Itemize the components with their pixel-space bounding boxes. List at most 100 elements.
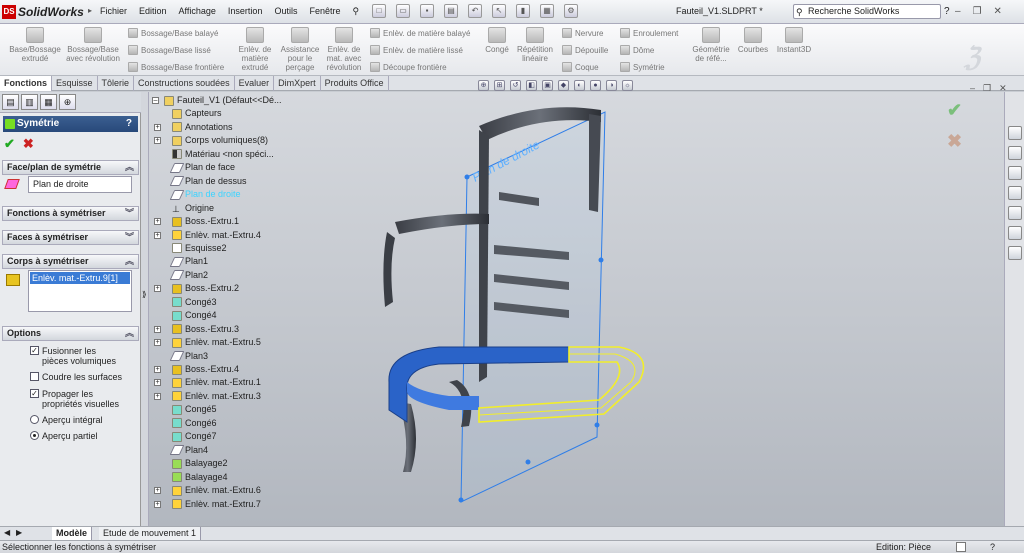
dimxpert-manager-tab-icon[interactable]: ⊕ [59, 94, 76, 110]
expand-icon[interactable]: + [154, 366, 161, 373]
rib-button[interactable]: Nervure [562, 28, 603, 38]
file-properties-icon[interactable]: ▦ [540, 4, 554, 18]
group-bodies-to-mirror[interactable]: Corps à symétriser ︽ [2, 254, 139, 269]
partial-preview-option[interactable]: Aperçu partiel [30, 431, 98, 441]
property-manager-tab-icon[interactable]: ▥ [21, 94, 38, 110]
help-status-icon[interactable]: ? [990, 541, 995, 553]
select-icon[interactable]: ↖ [492, 4, 506, 18]
tab-scroll-right-icon[interactable]: ▶ [16, 528, 22, 537]
hole-wizard-button[interactable]: Assistance pour le perçage [278, 27, 322, 72]
expand-icon[interactable]: + [154, 339, 161, 347]
tree-item[interactable]: Congé6 [172, 417, 217, 430]
arm-front[interactable] [383, 232, 395, 307]
full-preview-option[interactable]: Aperçu intégral [30, 415, 103, 425]
boundary-cut-button[interactable]: Découpe frontière [370, 62, 447, 72]
tree-item[interactable]: + Enlèv. mat.-Extru.5 [154, 336, 261, 349]
knit-checkbox[interactable] [30, 372, 39, 381]
tree-item[interactable]: Plan de droite [169, 188, 241, 201]
hide-show-icon[interactable]: ◐ [574, 80, 585, 91]
tree-item[interactable]: Plan3 [169, 350, 208, 363]
apply-scene-icon[interactable]: ◑ [606, 80, 617, 91]
tree-item[interactable]: + Annotations [154, 121, 233, 134]
panel-splitter[interactable]: ⟫ [141, 92, 149, 526]
tree-item[interactable]: + Boss.-Extru.3 [154, 323, 239, 336]
partial-preview-radio[interactable] [30, 431, 39, 440]
fillet-button[interactable]: Congé [480, 27, 514, 54]
viewport-minimize-icon[interactable]: – [970, 83, 975, 94]
config-manager-tab-icon[interactable]: ▦ [40, 94, 57, 110]
tree-item[interactable]: Congé3 [172, 296, 217, 309]
minimize-icon[interactable]: – [955, 6, 961, 17]
menu-edition[interactable]: Edition [139, 6, 167, 17]
propagate-visual-option[interactable]: ✓ Propager les propriétés visuelles [30, 389, 122, 409]
expand-icon[interactable]: + [154, 285, 161, 293]
wrap-button[interactable]: Enroulement [620, 28, 678, 38]
tab-constructions-soudees[interactable]: Constructions soudées [134, 76, 235, 91]
ok-button[interactable]: ✔ [4, 136, 15, 152]
rebuild-icon[interactable]: ▮ [516, 4, 530, 18]
draft-button[interactable]: Dépouille [562, 45, 608, 55]
expand-icon[interactable]: + [154, 231, 161, 239]
help-icon[interactable]: ? [944, 6, 950, 17]
loft-cut-button[interactable]: Enlèv. de matière lissé [370, 45, 463, 55]
confirm-cancel-icon[interactable]: ✖ [947, 131, 962, 152]
options-icon[interactable]: ⚙ [564, 4, 578, 18]
tree-item[interactable]: + Boss.-Extru.1 [154, 215, 239, 228]
save-icon[interactable]: ▪ [420, 4, 434, 18]
viewport-restore-icon[interactable]: ❐ [983, 83, 991, 94]
tree-item[interactable]: + Enlèv. mat.-Extru.4 [154, 229, 261, 242]
resources-icon[interactable] [1008, 126, 1022, 140]
tree-item[interactable]: Plan4 [169, 444, 208, 457]
collapse-icon[interactable]: – [152, 97, 159, 104]
custom-properties-icon[interactable] [1008, 246, 1022, 260]
merge-bodies-option[interactable]: ✓ Fusionner les pièces volumiques [30, 346, 122, 366]
file-explorer-icon[interactable] [1008, 166, 1022, 180]
full-preview-radio[interactable] [30, 415, 39, 424]
revolve-cut-button[interactable]: Enlèv. de mat. avec révolution [322, 27, 366, 72]
group-features-to-mirror[interactable]: Fonctions à symétriser ︾ [2, 206, 139, 221]
zoom-to-fit-icon[interactable]: ⊕ [478, 80, 489, 91]
expand-icon[interactable]: + [154, 325, 161, 333]
mirror-button[interactable]: Symétrie [620, 62, 665, 72]
tab-scroll-left-icon[interactable]: ◀ [4, 528, 10, 537]
tree-item[interactable]: Esquisse2 [172, 242, 227, 255]
search-input[interactable]: ⚲ Recherche SolidWorks [793, 4, 941, 19]
expand-icon[interactable]: + [154, 137, 161, 145]
merge-checkbox[interactable]: ✓ [30, 346, 39, 355]
tree-item[interactable]: Congé7 [172, 430, 217, 443]
display-style-icon[interactable]: ◆ [558, 80, 569, 91]
shell-button[interactable]: Coque [562, 62, 599, 72]
tree-item[interactable]: Capteurs [172, 107, 222, 120]
dome-button[interactable]: Dôme [620, 45, 654, 55]
view-palette-icon[interactable] [1008, 206, 1022, 220]
knit-surfaces-option[interactable]: Coudre les surfaces [30, 372, 122, 382]
tab-tolerie[interactable]: Tôlerie [98, 76, 135, 91]
app-logo[interactable]: DS SolidWorks [2, 3, 86, 21]
revolve-boss-button[interactable]: Bossage/Base avec révolution [64, 27, 122, 63]
bodies-list[interactable]: Enlèv. mat.-Extru.9[1] [28, 270, 132, 312]
tree-item[interactable]: Congé4 [172, 309, 217, 322]
tree-item[interactable]: – Fauteil_V1 (Défaut<<Dé... [152, 94, 282, 107]
instant3d-button[interactable]: Instant3D [774, 27, 814, 54]
view-orientation-icon[interactable]: ▣ [542, 80, 553, 91]
group-face-plane[interactable]: Face/plan de symétrie ︽ [2, 160, 139, 175]
tab-dimxpert[interactable]: DimXpert [274, 76, 321, 91]
menu-fichier[interactable]: Fichier [100, 6, 127, 17]
status-toggle-icon[interactable] [956, 542, 966, 552]
expand-icon[interactable]: + [154, 392, 161, 400]
reference-geometry-button[interactable]: Géométrie de réfé... [688, 27, 734, 63]
tab-esquisse[interactable]: Esquisse [52, 76, 98, 91]
tree-item[interactable]: + Boss.-Extru.4 [154, 363, 239, 376]
menu-insertion[interactable]: Insertion [228, 6, 263, 17]
menu-outils[interactable]: Outils [274, 6, 297, 17]
tree-item[interactable]: + Boss.-Extru.2 [154, 282, 239, 295]
close-icon[interactable]: ✕ [994, 6, 1002, 17]
pin-icon[interactable]: ⚲ [353, 6, 360, 17]
section-view-icon[interactable]: ◧ [526, 80, 537, 91]
logo-chevron-icon[interactable]: ▸ [88, 6, 92, 15]
group-faces-to-mirror[interactable]: Faces à symétriser ︾ [2, 230, 139, 245]
search-results-icon[interactable] [1008, 186, 1022, 200]
tab-produits-office[interactable]: Produits Office [321, 76, 389, 91]
expand-icon[interactable]: + [154, 500, 161, 508]
group-options[interactable]: Options ︽ [2, 326, 139, 341]
